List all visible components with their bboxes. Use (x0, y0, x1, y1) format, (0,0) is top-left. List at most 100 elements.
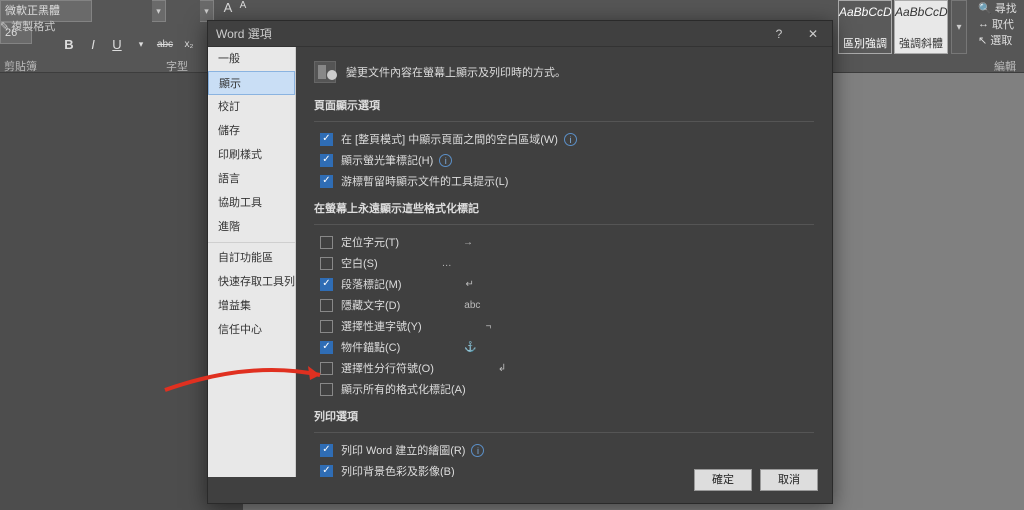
checkbox[interactable] (320, 341, 333, 354)
style-gallery-more-icon[interactable]: ▾ (951, 0, 967, 54)
sidebar-cat-8[interactable]: 自訂功能區 (208, 246, 295, 270)
mark-opts-row-0: 定位字元(T) → (314, 233, 814, 251)
style-box-2[interactable]: AaBbCcD 強調斜體 (894, 0, 948, 54)
underline-button[interactable]: U (108, 37, 126, 52)
format-symbol: ¬ (486, 321, 516, 332)
format-symbol: abc (464, 300, 494, 311)
strike-button[interactable]: abc (156, 39, 174, 50)
sidebar-cat-10[interactable]: 增益集 (208, 294, 295, 318)
dialog-title: Word 選項 (216, 27, 272, 41)
mark-opts-row-2: 段落標記(M) ↵ (314, 275, 814, 293)
page-opts-row-2: 游標暫留時顯示文件的工具提示(L) (314, 172, 814, 190)
replace-button[interactable]: ↔取代 (978, 16, 1017, 32)
info-icon[interactable]: i (439, 154, 452, 167)
font-grow-button[interactable]: A (218, 0, 238, 15)
group-label-font: 字型 (166, 58, 188, 74)
section-format-marks: 在螢幕上永遠顯示這些格式化標記 (314, 200, 814, 216)
format-symbol: ↵ (466, 279, 496, 290)
sidebar-cat-7[interactable]: 進階 (208, 215, 295, 239)
checkbox[interactable] (320, 362, 333, 375)
sidebar-cat-1[interactable]: 顯示 (208, 71, 295, 95)
print-opts-row-0: 列印 Word 建立的繪圖(R) i (314, 441, 814, 459)
group-label-clipboard: 剪貼簿 (4, 58, 37, 74)
bold-button[interactable]: B (60, 37, 78, 52)
italic-button[interactable]: I (84, 37, 102, 52)
option-label: 游標暫留時顯示文件的工具提示(L) (341, 173, 508, 189)
sidebar-cat-3[interactable]: 儲存 (208, 119, 295, 143)
option-label: 空白(S) (341, 255, 378, 271)
sidebar-cat-2[interactable]: 校訂 (208, 95, 295, 119)
dialog-buttons: 確定 取消 (694, 469, 818, 491)
section-print: 列印選項 (314, 408, 814, 424)
display-icon (314, 61, 336, 83)
subscript-button[interactable]: x₂ (180, 39, 198, 50)
sidebar-cat-5[interactable]: 語言 (208, 167, 295, 191)
help-button[interactable]: ? (764, 21, 794, 47)
option-label: 顯示螢光筆標記(H) (341, 152, 433, 168)
sidebar-cat-4[interactable]: 印刷樣式 (208, 143, 295, 167)
format-symbol: → (463, 237, 493, 248)
font-name-dropdown-icon[interactable]: ▾ (152, 0, 166, 22)
checkbox[interactable] (320, 383, 333, 396)
option-label: 定位字元(T) (341, 234, 399, 250)
edit-group: 🔍尋找 ↔取代 ↖選取 (978, 0, 1017, 48)
divider (314, 121, 814, 122)
mark-opts-row-6: 選擇性分行符號(O) ↲ (314, 359, 814, 377)
style-gallery: AaBbCcD 區別強調 AaBbCcD 強調斜體 (838, 0, 950, 54)
mark-opts-row-3: 隱藏文字(D)abc (314, 296, 814, 314)
brush-icon: ✎ (0, 20, 9, 33)
info-icon[interactable]: i (564, 133, 577, 146)
option-label: 顯示所有的格式化標記(A) (341, 381, 466, 397)
sidebar-cat-0[interactable]: 一般 (208, 47, 295, 71)
checkbox[interactable] (320, 236, 333, 249)
options-sidebar: 一般顯示校訂儲存印刷樣式語言協助工具進階自訂功能區快速存取工具列增益集信任中心 (208, 47, 296, 477)
checkbox[interactable] (320, 444, 333, 457)
page-opts-row-1: 顯示螢光筆標記(H) i (314, 151, 814, 169)
checkbox[interactable] (320, 133, 333, 146)
mark-opts-row-7: 顯示所有的格式化標記(A) (314, 380, 814, 398)
font-size-dropdown-icon[interactable]: ▾ (200, 0, 214, 22)
find-button[interactable]: 🔍尋找 (978, 0, 1017, 16)
replace-icon: ↔ (978, 18, 989, 30)
options-content: 變更文件內容在螢幕上顯示及列印時的方式。 頁面顯示選項 在 [整頁模式] 中顯示… (296, 47, 832, 477)
format-symbol: … (442, 258, 472, 269)
word-options-dialog: Word 選項 ? ✕ 一般顯示校訂儲存印刷樣式語言協助工具進階自訂功能區快速存… (207, 20, 833, 504)
sidebar-cat-9[interactable]: 快速存取工具列 (208, 270, 295, 294)
underline-dropdown-icon[interactable]: ▾ (132, 39, 150, 50)
option-label: 選擇性分行符號(O) (341, 360, 434, 376)
style-box-1[interactable]: AaBbCcD 區別強調 (838, 0, 892, 54)
checkbox[interactable] (320, 278, 333, 291)
option-label: 列印背景色彩及影像(B) (341, 463, 455, 477)
cancel-button[interactable]: 取消 (760, 469, 818, 491)
checkbox[interactable] (320, 299, 333, 312)
copy-format-button[interactable]: ✎ 複製格式 (0, 18, 55, 34)
ok-button[interactable]: 確定 (694, 469, 752, 491)
divider (314, 224, 814, 225)
option-label: 在 [整頁模式] 中顯示頁面之間的空白區域(W) (341, 131, 558, 147)
option-label: 段落標記(M) (341, 276, 402, 292)
font-shrink-button[interactable]: A (236, 0, 250, 11)
mark-opts-row-4: 選擇性連字號(Y) ¬ (314, 317, 814, 335)
option-label: 物件錨點(C) (341, 339, 400, 355)
option-label: 選擇性連字號(Y) (341, 318, 422, 334)
checkbox[interactable] (320, 175, 333, 188)
checkbox[interactable] (320, 154, 333, 167)
checkbox[interactable] (320, 465, 333, 478)
mark-opts-row-1: 空白(S) … (314, 254, 814, 272)
select-button[interactable]: ↖選取 (978, 32, 1017, 48)
close-button[interactable]: ✕ (798, 21, 828, 47)
info-icon[interactable]: i (471, 444, 484, 457)
sidebar-cat-6[interactable]: 協助工具 (208, 191, 295, 215)
content-headline: 變更文件內容在螢幕上顯示及列印時的方式。 (314, 61, 814, 83)
divider (314, 432, 814, 433)
section-page-display: 頁面顯示選項 (314, 97, 814, 113)
sidebar-cat-11[interactable]: 信任中心 (208, 318, 295, 342)
search-icon: 🔍 (978, 2, 992, 15)
format-symbol: ⚓ (464, 342, 494, 353)
option-label: 列印 Word 建立的繪圖(R) (341, 442, 465, 458)
mark-opts-row-5: 物件錨點(C) ⚓ (314, 338, 814, 356)
format-symbol: ↲ (498, 363, 528, 374)
checkbox[interactable] (320, 320, 333, 333)
dialog-titlebar: Word 選項 ? ✕ (208, 21, 832, 47)
checkbox[interactable] (320, 257, 333, 270)
